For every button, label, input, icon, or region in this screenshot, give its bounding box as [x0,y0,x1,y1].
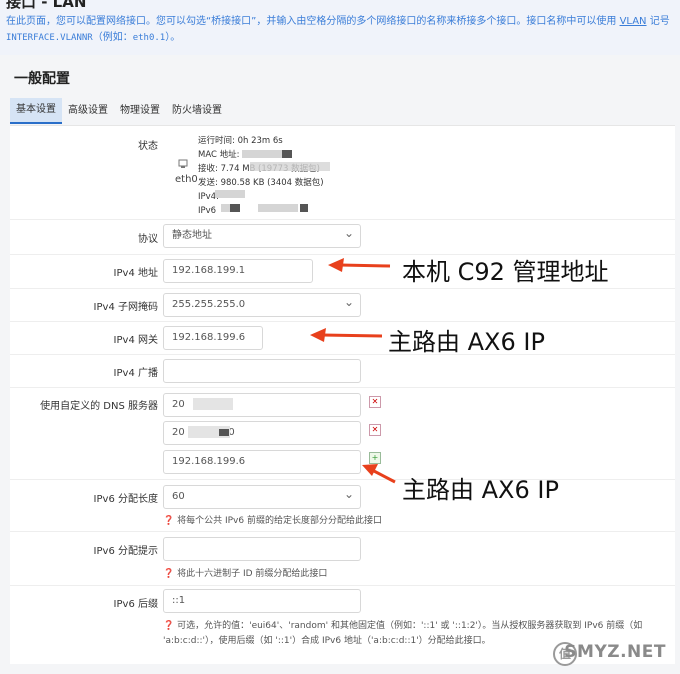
annotation-mgmt-address: 本机 C92 管理地址 [402,258,609,286]
annotation-dns: 主路由 AX6 IP [402,476,559,504]
annotation-arrows [310,258,396,484]
page-bottom [0,664,680,674]
annotation-gateway: 主路由 AX6 IP [388,328,545,356]
watermark-text: SMYZ.NET [564,642,666,662]
